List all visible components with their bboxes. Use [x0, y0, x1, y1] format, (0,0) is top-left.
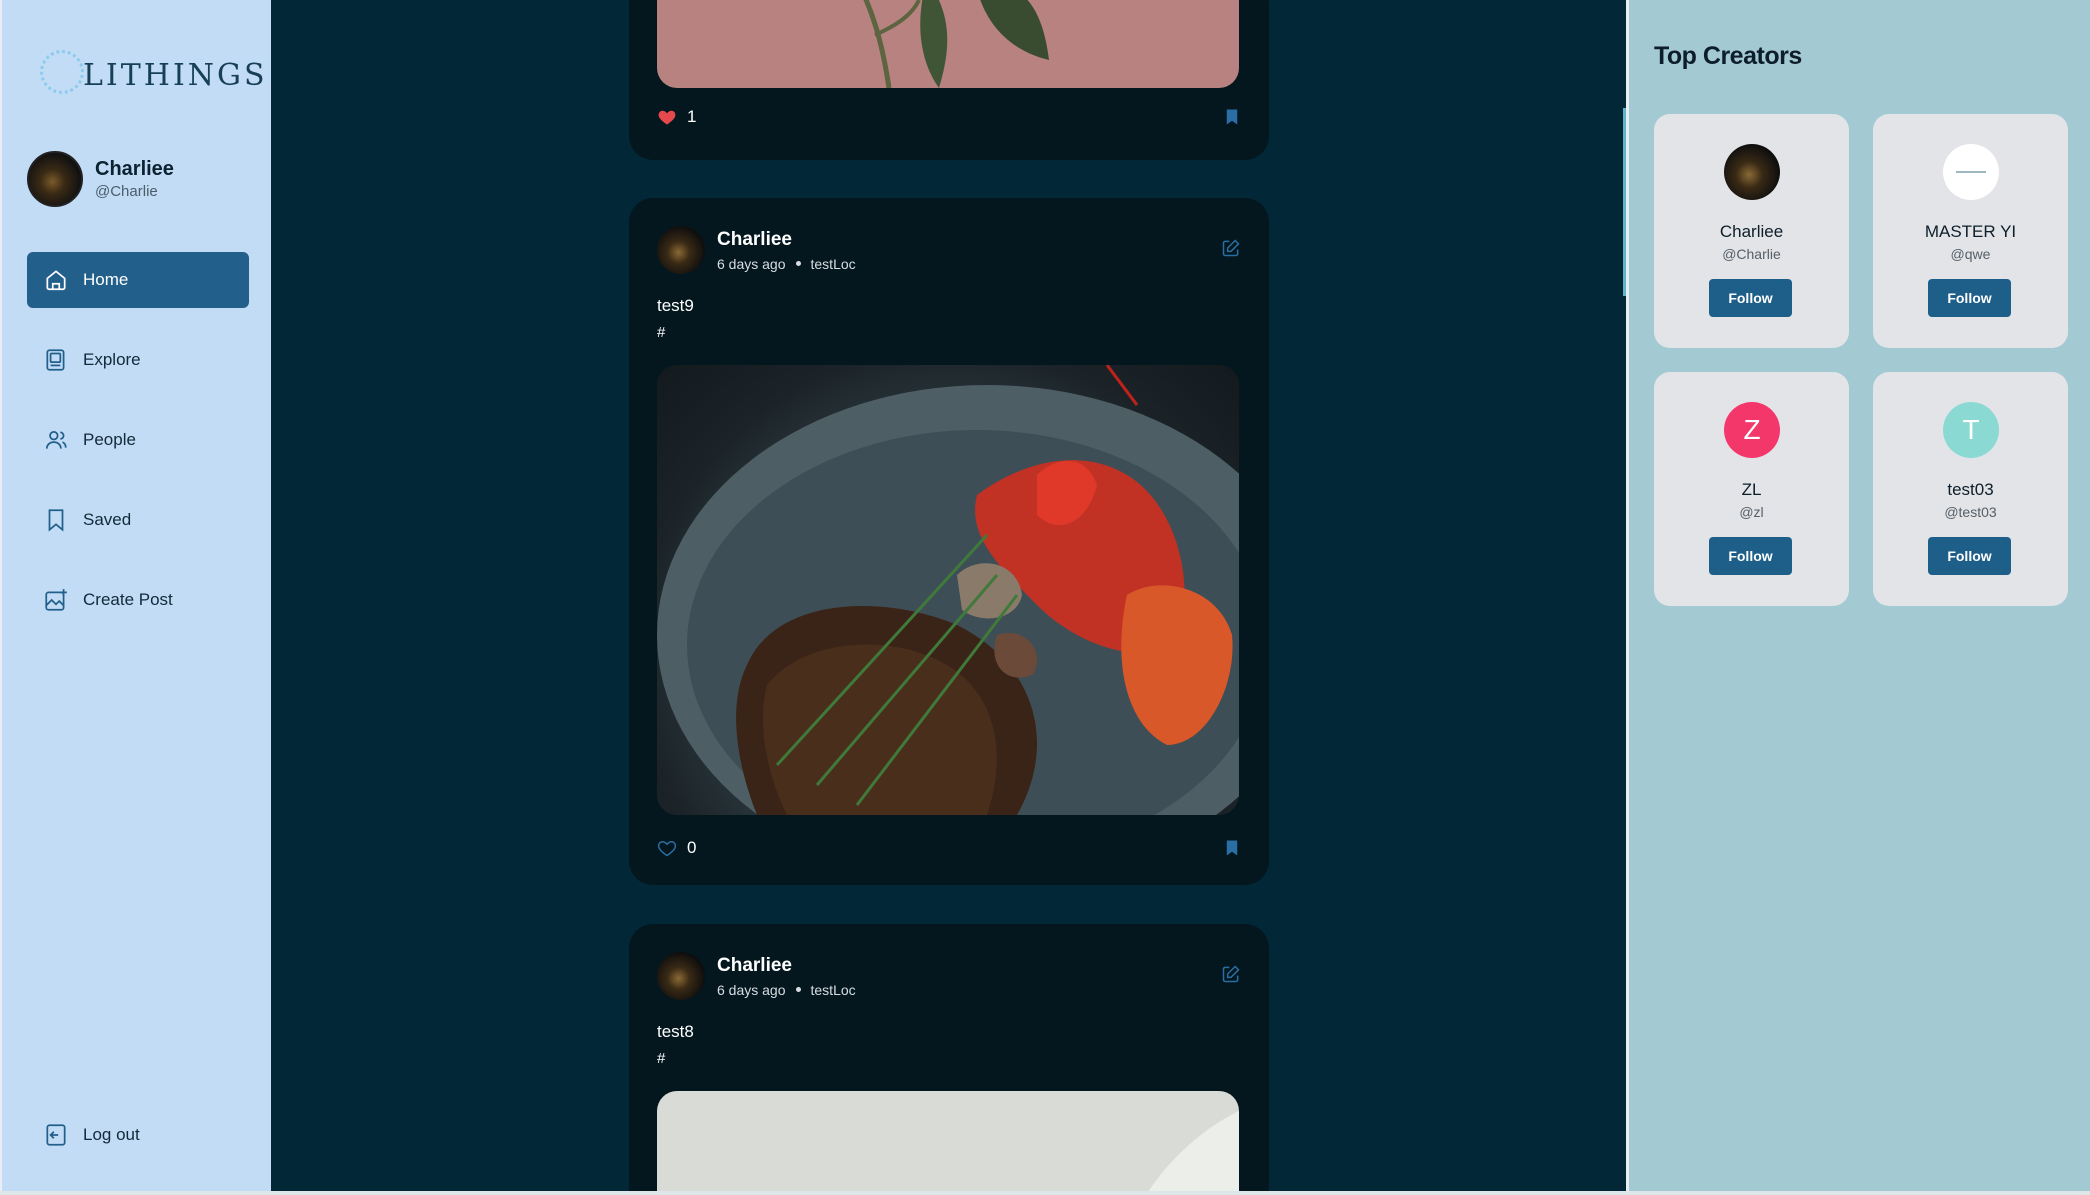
- follow-button[interactable]: Follow: [1709, 279, 1792, 317]
- creator-name: MASTER YI: [1924, 222, 2017, 241]
- like-button[interactable]: 1: [657, 107, 696, 127]
- avatar: [1724, 144, 1780, 200]
- home-icon: [46, 270, 66, 291]
- rose-stem-illustration: [863, 0, 1049, 88]
- avatar: T: [1943, 402, 1999, 458]
- nav-label-explore: Explore: [83, 350, 141, 369]
- main-nav: Home Explore People Saved Create Post: [27, 252, 249, 652]
- post-caption: test9: [657, 296, 694, 315]
- nav-item-home[interactable]: Home: [27, 252, 249, 308]
- creator-card[interactable]: Z ZL @zl Follow: [1654, 372, 1849, 606]
- brand-logo-icon: [1956, 171, 1986, 173]
- nav-item-people[interactable]: People: [27, 412, 249, 468]
- like-count: 0: [687, 838, 697, 857]
- post-header: Charliee 6 days ago testLoc: [657, 226, 856, 274]
- post-actions: 0: [657, 838, 1241, 858]
- like-count: 1: [687, 107, 697, 126]
- window-bottom-edge: [0, 1191, 2090, 1195]
- post-location: testLoc: [810, 981, 856, 998]
- creator-handle: @test03: [1944, 504, 1997, 520]
- post-card: Charliee 6 days ago testLoc test8 #: [629, 924, 1269, 1195]
- post-time: 6 days ago: [717, 255, 786, 272]
- post-author[interactable]: Charliee: [717, 955, 856, 977]
- profile-name: Charliee: [95, 158, 174, 180]
- nav-item-create-post[interactable]: Create Post: [27, 572, 249, 628]
- follow-button[interactable]: Follow: [1928, 279, 2011, 317]
- panel-title: Top Creators: [1654, 42, 1802, 70]
- avatar[interactable]: [657, 952, 705, 1000]
- left-sidebar: LITHINGS Charliee @Charlie Home Explore …: [0, 0, 271, 1195]
- user-profile[interactable]: Charliee @Charlie: [27, 151, 174, 207]
- steak-dish-illustration: [657, 365, 1239, 815]
- creator-card[interactable]: T test03 @test03 Follow: [1873, 372, 2068, 606]
- creator-name: ZL: [1741, 480, 1762, 499]
- avatar[interactable]: [657, 226, 705, 274]
- creator-handle: @qwe: [1950, 246, 1991, 262]
- creator-card[interactable]: MASTER YI @qwe Follow: [1873, 114, 2068, 348]
- bookmark-icon: [48, 509, 64, 532]
- creator-name: test03: [1947, 480, 1994, 499]
- nav-item-saved[interactable]: Saved: [27, 492, 249, 548]
- feed[interactable]: 1 Charliee 6 days ago testLoc test9 # 0 …: [271, 0, 1626, 1195]
- post-author[interactable]: Charliee: [717, 229, 856, 251]
- logout-icon: [46, 1124, 66, 1146]
- creator-name: Charliee: [1719, 222, 1784, 241]
- follow-button[interactable]: Follow: [1709, 537, 1792, 575]
- post-card: Charliee 6 days ago testLoc test9 # 0: [629, 198, 1269, 885]
- creator-card[interactable]: Charliee @Charlie Follow: [1654, 114, 1849, 348]
- logo-ring-icon: [40, 50, 84, 94]
- logout-label: Log out: [83, 1125, 140, 1144]
- post-image[interactable]: [657, 1091, 1239, 1195]
- post-time: 6 days ago: [717, 981, 786, 998]
- post-caption: test8: [657, 1022, 694, 1041]
- nav-label-people: People: [83, 430, 136, 449]
- creator-handle: @zl: [1739, 504, 1764, 520]
- avatar: [1943, 144, 1999, 200]
- edit-icon[interactable]: [1221, 238, 1241, 258]
- app-logo[interactable]: LITHINGS: [40, 50, 265, 94]
- nav-label-create-post: Create Post: [83, 590, 173, 609]
- save-icon[interactable]: [1223, 839, 1241, 857]
- post-tags: #: [657, 1050, 666, 1067]
- avatar: [27, 151, 83, 207]
- follow-button[interactable]: Follow: [1928, 537, 2011, 575]
- explore-icon: [46, 349, 65, 371]
- post-header: Charliee 6 days ago testLoc: [657, 952, 856, 1000]
- nav-item-explore[interactable]: Explore: [27, 332, 249, 388]
- post-tags: #: [657, 324, 666, 341]
- separator-dot: [795, 261, 801, 266]
- nav-label-home: Home: [83, 270, 129, 289]
- avatar: Z: [1724, 402, 1780, 458]
- logout-button[interactable]: Log out: [27, 1107, 249, 1163]
- separator-dot: [795, 987, 801, 992]
- post-location: testLoc: [810, 255, 856, 272]
- heart-filled-icon: [658, 110, 676, 125]
- right-panel: Top Creators Charliee @Charlie Follow MA…: [1626, 0, 2090, 1195]
- creator-handle: @Charlie: [1722, 246, 1781, 262]
- logo-text: LITHINGS: [83, 58, 268, 93]
- heart-outline-icon: [657, 840, 677, 857]
- post-image[interactable]: [657, 0, 1239, 88]
- add-image-icon: [45, 589, 67, 611]
- nav-label-saved: Saved: [83, 510, 132, 529]
- edit-icon[interactable]: [1221, 964, 1241, 984]
- post-actions: 1: [657, 107, 1241, 127]
- post-image[interactable]: [657, 365, 1239, 815]
- save-icon[interactable]: [1223, 108, 1241, 126]
- post-card: 1: [629, 0, 1269, 160]
- like-button[interactable]: 0: [657, 838, 696, 858]
- profile-handle: @Charlie: [95, 183, 158, 200]
- people-icon: [45, 431, 67, 449]
- plate-illustration: [1146, 1111, 1239, 1195]
